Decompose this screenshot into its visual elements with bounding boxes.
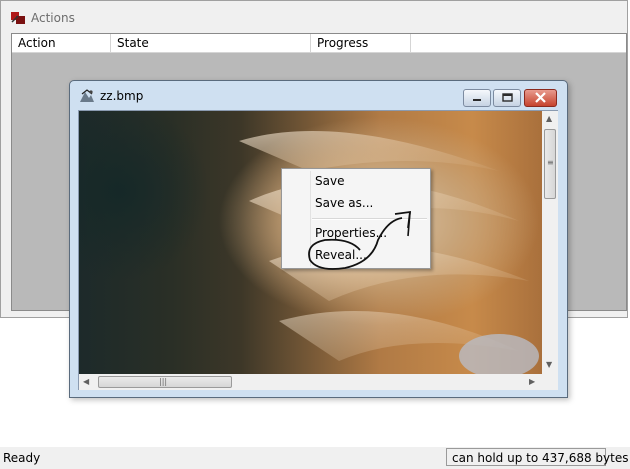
actions-app-icon	[9, 10, 27, 26]
maximize-icon	[502, 93, 513, 102]
actions-title: Actions	[31, 11, 75, 25]
horizontal-scrollbar[interactable]: ◀ ||| ▶	[79, 374, 542, 390]
status-text: Ready	[3, 451, 41, 465]
status-capacity: can hold up to 437,688 bytes	[446, 448, 628, 466]
menu-separator	[312, 218, 427, 220]
status-bar: Ready can hold up to 437,688 bytes	[0, 447, 630, 469]
close-icon	[535, 92, 546, 103]
grip-icon: ≡	[547, 158, 554, 167]
menu-item-save[interactable]: Save	[315, 171, 344, 191]
horizontal-scroll-thumb[interactable]: |||	[98, 376, 232, 388]
scroll-up-icon[interactable]: ▲	[546, 114, 552, 124]
bitmap-file-icon	[79, 89, 95, 103]
scroll-down-icon[interactable]: ▼	[546, 360, 552, 370]
column-headers: Action State Progress	[12, 34, 626, 53]
title-bar[interactable]: zz.bmp	[70, 81, 567, 109]
menu-item-properties[interactable]: Properties...	[315, 223, 387, 243]
minimize-button[interactable]	[463, 89, 491, 107]
scroll-right-icon[interactable]: ▶	[529, 377, 535, 387]
scroll-left-icon[interactable]: ◀	[83, 377, 89, 387]
column-header-state[interactable]: State	[111, 34, 311, 52]
close-button[interactable]	[524, 89, 557, 107]
context-menu: Save Save as... Properties... Reveal...	[281, 168, 431, 269]
menu-item-reveal[interactable]: Reveal...	[315, 245, 367, 265]
menu-gutter	[310, 171, 311, 266]
vertical-scrollbar[interactable]: ▲ ≡ ▼	[542, 111, 558, 374]
scrollbar-corner	[542, 374, 558, 390]
grip-icon: |||	[159, 377, 168, 386]
column-header-progress[interactable]: Progress	[311, 34, 411, 52]
menu-item-save-as[interactable]: Save as...	[315, 193, 373, 213]
column-header-action[interactable]: Action	[12, 34, 111, 52]
minimize-icon	[473, 99, 481, 101]
column-header-filler	[411, 34, 626, 52]
maximize-button[interactable]	[493, 89, 521, 107]
vertical-scroll-thumb[interactable]: ≡	[544, 129, 556, 199]
actions-header: Actions	[9, 7, 75, 29]
window-title: zz.bmp	[100, 89, 144, 103]
